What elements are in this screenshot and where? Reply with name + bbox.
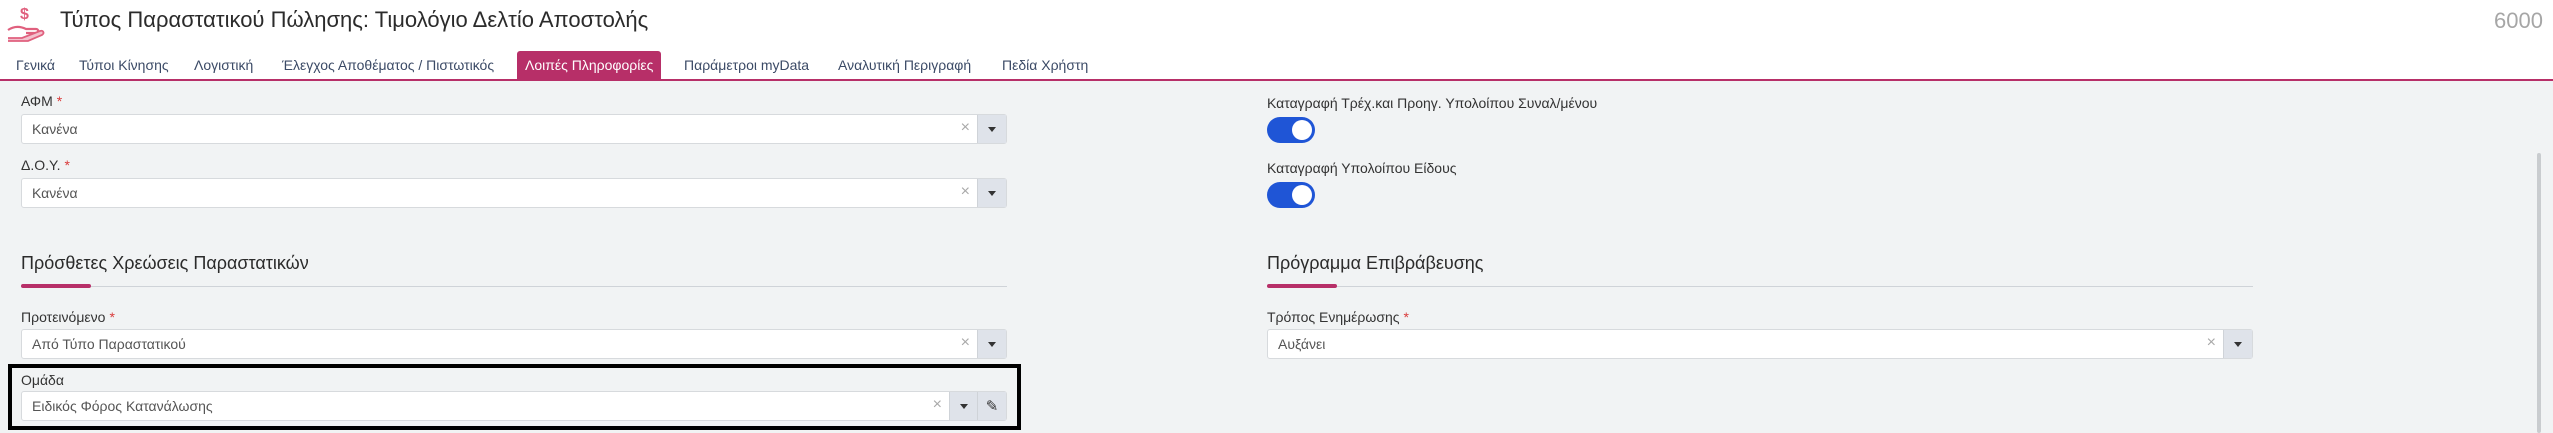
money-hand-icon: $ <box>7 6 45 42</box>
chevron-down-icon <box>988 341 996 347</box>
svg-text:$: $ <box>20 6 29 23</box>
proteinomeno-clear-icon[interactable]: × <box>961 334 970 352</box>
tab-mydata-params[interactable]: Παράμετροι myData <box>684 51 809 79</box>
chevron-down-icon <box>2234 341 2242 347</box>
reward-program-section-title: Πρόγραμμα Επιβράβευσης <box>1267 253 1484 273</box>
doy-dropdown-button[interactable] <box>977 179 1006 207</box>
section-accent <box>21 284 91 288</box>
katagrafi-eidous-label: Καταγραφή Υπολοίπου Είδους <box>1267 160 1457 176</box>
tab-general[interactable]: Γενικά <box>16 51 55 79</box>
afm-select[interactable]: Κανένα × <box>21 114 1007 144</box>
proteinomeno-label: Προτεινόμενο * <box>21 309 115 325</box>
section-divider <box>21 286 1007 287</box>
katagrafi-trex-toggle[interactable] <box>1267 117 1315 143</box>
toggle-knob <box>1292 185 1312 205</box>
highlight-box <box>8 364 1021 430</box>
katagrafi-trex-label: Καταγραφή Τρέχ.και Προηγ. Υπολοίπου Συνα… <box>1267 95 1598 111</box>
section-divider <box>1267 286 2253 287</box>
tropos-value: Αυξάνει <box>1278 336 1326 352</box>
vertical-scrollbar[interactable] <box>2537 153 2541 433</box>
afm-label: ΑΦΜ * <box>21 93 63 109</box>
tab-other-info[interactable]: Λοιπές Πληροφορίες <box>517 51 662 79</box>
afm-clear-icon[interactable]: × <box>961 119 970 137</box>
page-header: $ Τύπος Παραστατικού Πώλησης: Τιμολόγιο … <box>0 0 2553 50</box>
tropos-dropdown-button[interactable] <box>2223 330 2252 358</box>
tab-movement-types[interactable]: Τύποι Κίνησης <box>79 51 169 79</box>
doy-clear-icon[interactable]: × <box>961 183 970 201</box>
tropos-select[interactable]: Αυξάνει × <box>1267 329 2253 359</box>
afm-dropdown-button[interactable] <box>977 115 1006 143</box>
tab-detailed-description[interactable]: Αναλυτική Περιγραφή <box>838 51 971 79</box>
record-id: 6000 <box>2494 8 2543 33</box>
chevron-down-icon <box>988 126 996 132</box>
proteinomeno-select[interactable]: Από Τύπο Παραστατικού × <box>21 329 1007 359</box>
page-title: Τύπος Παραστατικού Πώλησης: Τιμολόγιο Δε… <box>60 7 649 32</box>
tab-bar: Γενικά Τύποι Κίνησης Λογιστική Έλεγχος Α… <box>0 50 2553 81</box>
toggle-knob <box>1292 120 1312 140</box>
tab-user-fields[interactable]: Πεδία Χρήστη <box>1002 51 1088 79</box>
doy-value: Κανένα <box>32 185 78 201</box>
tab-accounting[interactable]: Λογιστική <box>194 51 253 79</box>
doy-select[interactable]: Κανένα × <box>21 178 1007 208</box>
proteinomeno-dropdown-button[interactable] <box>977 330 1006 358</box>
afm-value: Κανένα <box>32 121 78 137</box>
extra-charges-section-title: Πρόσθετες Χρεώσεις Παραστατικών <box>21 253 309 273</box>
section-accent <box>1267 284 1337 288</box>
tab-stock-credit-check[interactable]: Έλεγχος Αποθέματος / Πιστωτικός <box>282 51 494 79</box>
doy-label: Δ.Ο.Υ. * <box>21 157 70 173</box>
tropos-clear-icon[interactable]: × <box>2207 334 2216 352</box>
chevron-down-icon <box>988 190 996 196</box>
katagrafi-eidous-toggle[interactable] <box>1267 182 1315 208</box>
tropos-label: Τρόπος Ενημέρωσης * <box>1267 309 1409 325</box>
proteinomeno-value: Από Τύπο Παραστατικού <box>32 336 186 352</box>
